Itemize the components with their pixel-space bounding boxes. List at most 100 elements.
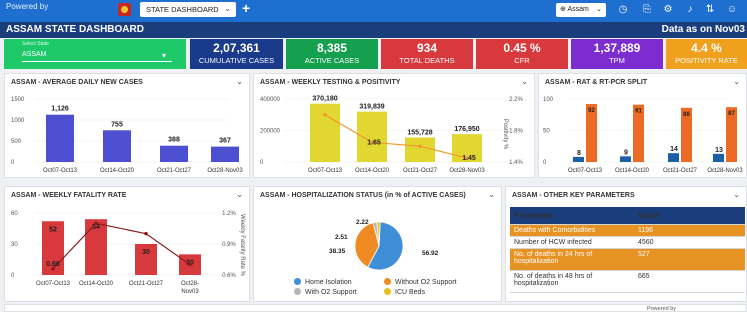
weekly-fatality-chart: 60 30 0 1.2% 0.9% 0.6%Weekly Fatality Rate % 5… xyxy=(11,211,245,295)
chevron-down-icon[interactable]: ⌄ xyxy=(733,77,740,86)
bar xyxy=(713,153,724,162)
clock-icon[interactable]: ◷ xyxy=(617,4,629,16)
powered-by-footer: Powered by xyxy=(646,306,676,312)
region-select[interactable]: ⊕ Assam ⌄ xyxy=(556,3,606,17)
data-label: 86 xyxy=(683,112,690,118)
card-title: ASSAM - WEEKLY TESTING & POSITIVITY xyxy=(260,79,401,86)
bar xyxy=(310,103,340,162)
data-label: 1.65 xyxy=(367,139,381,146)
chevron-down-icon[interactable]: ⌄ xyxy=(488,190,495,199)
x-tick-label: Oct07-Oct13 xyxy=(43,168,78,174)
legend-swatch xyxy=(294,278,301,285)
data-label: 755 xyxy=(111,121,123,128)
y-tick-label: 1000 xyxy=(11,118,25,124)
parameter-cell: Deaths with Comorbidities xyxy=(514,227,596,234)
hospitalization-pie-chart: 56.92 38.35 2.51 2.22 xyxy=(329,219,439,271)
data-label: 0.66 xyxy=(46,261,60,268)
y-tick-label: 1500 xyxy=(11,97,25,103)
top-bar: Powered by STATE DASHBOARD ⌄ + ⊕ Assam ⌄… xyxy=(0,0,747,22)
footer: Powered by xyxy=(4,304,747,312)
legend-swatch xyxy=(384,278,391,285)
legend-swatch xyxy=(294,288,301,295)
kpi-tile: 2,07,361 CUMULATIVE CASES xyxy=(190,39,283,69)
chevron-down-icon[interactable]: ⌄ xyxy=(733,190,740,199)
table-header: Parameter Value xyxy=(510,207,745,225)
x-tick-label: Oct21-Oct27 xyxy=(157,168,192,174)
data-label: 14 xyxy=(670,146,678,153)
data-label: 1,126 xyxy=(51,106,69,113)
legend-label: With O2 Support xyxy=(305,289,357,296)
y2-tick-label: 0.6% xyxy=(222,273,236,279)
state-selector[interactable]: Select State ASSAM ▾ xyxy=(4,39,186,69)
line-point xyxy=(418,144,422,149)
legend-swatch xyxy=(384,288,391,295)
parameters-table: Parameter Value Deaths with Comorbidities 1… xyxy=(510,207,745,293)
chevron-down-icon[interactable]: ⌄ xyxy=(521,77,528,86)
y-tick-label: 0 xyxy=(543,160,547,166)
legend-label: Home Isolation xyxy=(305,279,352,286)
other-parameters-card: ASSAM - OTHER KEY PARAMETERS ⌄ Parameter… xyxy=(505,186,747,302)
hospitalization-card: ASSAM - HOSPITALIZATION STATUS (in % of … xyxy=(253,186,502,302)
legend-item[interactable]: With O2 Support xyxy=(294,288,357,296)
line-point xyxy=(94,221,98,226)
data-label: 54 xyxy=(92,224,100,231)
y2-tick-label: 1.8% xyxy=(509,129,523,135)
card-title: ASSAM - WEEKLY FATALITY RATE xyxy=(11,192,127,199)
data-label: 92 xyxy=(588,108,595,114)
user-icon[interactable]: ☺ xyxy=(726,4,738,16)
bar xyxy=(668,153,679,162)
data-label: 388 xyxy=(168,137,180,144)
x-tick-label: Oct28-Nov03 xyxy=(207,168,243,174)
value-cell: 4560 xyxy=(638,239,654,246)
x-tick-label: Oct07-Oct13 xyxy=(568,168,603,174)
kpi-tile: 934 TOTAL DEATHS xyxy=(381,39,473,69)
table-row: No. of deaths in 24 hrs of hospitalizati… xyxy=(510,249,745,271)
y-tick-label: 500 xyxy=(11,139,22,145)
y-tick-label: 0 xyxy=(11,160,15,166)
data-label: 91 xyxy=(635,109,642,115)
y-tick-label: 50 xyxy=(543,129,550,135)
y2-axis-label: Positivity % xyxy=(502,119,508,150)
settings-icon[interactable]: ⚙ xyxy=(662,4,674,16)
add-tab-icon[interactable]: + xyxy=(242,0,250,16)
kpi-label: TPM xyxy=(609,56,625,65)
data-label: 176,950 xyxy=(454,126,479,133)
legend-item[interactable]: ICU Beds xyxy=(384,288,425,296)
bar xyxy=(573,156,584,162)
y-tick-label: 60 xyxy=(11,211,18,217)
data-date: Data as on Nov03 xyxy=(661,24,745,35)
legend-item[interactable]: Without O2 Support xyxy=(384,278,456,286)
legend-item[interactable]: Home Isolation xyxy=(294,278,352,286)
bell-icon[interactable]: ♪ xyxy=(684,4,696,16)
data-label: 367 xyxy=(219,138,231,145)
state-selector-value: ASSAM xyxy=(22,48,172,62)
data-label: 52 xyxy=(49,226,57,233)
x-tick-label: Oct14-Oct20 xyxy=(79,281,114,287)
page-title: ASSAM STATE DASHBOARD xyxy=(6,24,144,35)
share-icon[interactable]: ⇅ xyxy=(704,4,716,16)
kpi-tile: 1,37,889 TPM xyxy=(571,39,663,69)
value-cell: 1196 xyxy=(638,227,654,234)
y-tick-label: 30 xyxy=(11,242,18,248)
export-icon[interactable]: ⎘ xyxy=(641,4,653,16)
data-label: 1.45 xyxy=(462,155,476,162)
chevron-down-icon[interactable]: ⌄ xyxy=(236,77,243,86)
line-point xyxy=(144,231,148,236)
kpi-value: 4.4 % xyxy=(691,41,722,55)
y2-tick-label: 0.9% xyxy=(222,242,236,248)
chevron-down-icon[interactable]: ⌄ xyxy=(236,190,243,199)
daily-new-cases-card: ASSAM - AVERAGE DAILY NEW CASES ⌄ 1500 10… xyxy=(4,73,250,178)
dashboard-select[interactable]: STATE DASHBOARD ⌄ xyxy=(140,2,236,17)
positivity-line xyxy=(324,114,468,159)
slice-label: 56.92 xyxy=(422,250,439,257)
kpi-tile: 4.4 % POSITIVITY RATE xyxy=(666,39,747,69)
y2-tick-label: 1.2% xyxy=(222,211,236,217)
kpi-value: 934 xyxy=(416,41,438,55)
table-row: No. of deaths in 48 hrs of hospitalizati… xyxy=(510,271,745,293)
table-row: Deaths with Comorbidities 1196 xyxy=(510,225,745,237)
rat-rtpcr-card: ASSAM - RAT & RT-PCR SPLIT ⌄ 100 50 0 8 92 9 9… xyxy=(538,73,747,178)
data-label: 155,728 xyxy=(407,129,432,136)
parameter-cell: No. of deaths in 24 hrs of hospitalizati… xyxy=(514,251,593,265)
y2-tick-label: 2.2% xyxy=(509,97,523,103)
chevron-down-icon: ⌄ xyxy=(596,6,602,13)
